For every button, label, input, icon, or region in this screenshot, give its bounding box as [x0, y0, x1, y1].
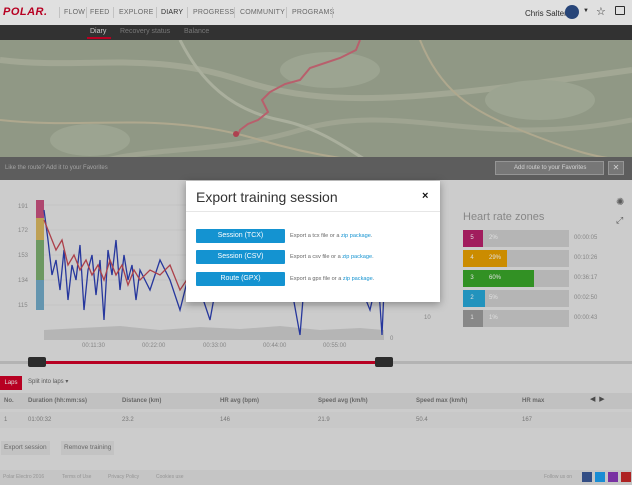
export-text: Export a tcx file or a	[290, 233, 341, 239]
export-csv-button[interactable]: Session (CSV)	[196, 250, 285, 264]
export-csv-description: Export a csv file or a zip package.	[290, 250, 374, 264]
export-modal: Export training session × Session (TCX) …	[186, 181, 440, 302]
zip-package-link[interactable]: zip package	[343, 276, 373, 282]
export-tail: .	[372, 276, 375, 282]
modal-divider	[186, 211, 440, 212]
close-icon[interactable]: ×	[422, 190, 428, 202]
export-tcx-description: Export a tcx file or a zip package.	[290, 229, 372, 243]
export-gpx-button[interactable]: Route (GPX)	[196, 272, 285, 286]
export-text: Export a gpx file or a	[290, 276, 343, 282]
zip-package-link[interactable]: zip package	[341, 233, 371, 239]
modal-title: Export training session	[196, 189, 338, 205]
export-tcx-button[interactable]: Session (TCX)	[196, 229, 285, 243]
export-tail: .	[372, 254, 374, 260]
export-tail: .	[370, 233, 373, 239]
zip-package-link[interactable]: zip package	[342, 254, 372, 260]
export-gpx-description: Export a gpx file or a zip package.	[290, 272, 374, 286]
export-text: Export a csv file or a	[290, 254, 343, 260]
page-root: POLAR. FLOW FEED EXPLORE DIARY PROGRESS …	[0, 0, 632, 485]
